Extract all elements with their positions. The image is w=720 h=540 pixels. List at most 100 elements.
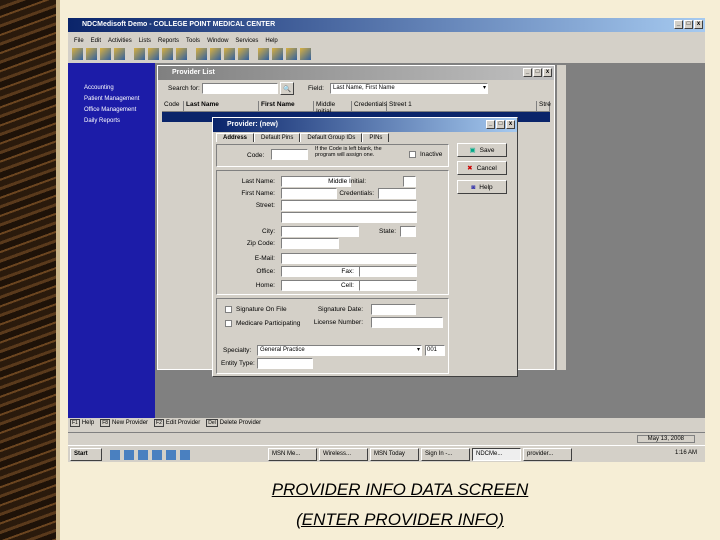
function-key-button[interactable]: Del Delete Provider — [206, 419, 261, 427]
sidebar-item[interactable]: Accounting — [84, 83, 139, 94]
close-button[interactable]: x — [543, 68, 552, 77]
save-button[interactable]: ▣ Save — [457, 143, 507, 157]
menu-edit[interactable]: Edit — [91, 38, 101, 44]
toolbar-button-icon[interactable] — [86, 48, 97, 60]
menu-help[interactable]: Help — [265, 38, 277, 44]
toolbar-button-icon[interactable] — [300, 48, 311, 60]
toolbar-button-icon[interactable] — [272, 48, 283, 60]
minimize-button[interactable]: _ — [523, 68, 532, 77]
middle-initial-input[interactable] — [403, 176, 416, 187]
quick-launch-icon[interactable] — [124, 450, 134, 460]
search-input[interactable] — [202, 83, 278, 94]
column-header[interactable]: First Name — [259, 101, 314, 111]
help-button[interactable]: ◙ Help — [457, 180, 507, 194]
cancel-label: Cancel — [476, 164, 497, 172]
quick-launch-icon[interactable] — [110, 450, 120, 460]
quick-launch-icon[interactable] — [152, 450, 162, 460]
menu-lists[interactable]: Lists — [139, 38, 151, 44]
column-header[interactable]: Street 1 — [387, 101, 537, 111]
cell-label: Cell: — [340, 282, 354, 289]
medicare-checkbox[interactable] — [225, 320, 232, 327]
signature-on-file-checkbox[interactable] — [225, 306, 232, 313]
menu-window[interactable]: Window — [207, 38, 228, 44]
start-button[interactable]: Start — [70, 448, 102, 461]
menu-reports[interactable]: Reports — [158, 38, 179, 44]
chevron-down-icon[interactable]: ▾ — [417, 346, 420, 355]
city-label: City: — [262, 228, 275, 235]
fax-input[interactable] — [359, 266, 417, 277]
toolbar-button-icon[interactable] — [210, 48, 221, 60]
maximize-button[interactable]: □ — [533, 68, 542, 77]
menu-tools[interactable]: Tools — [186, 38, 200, 44]
street-input[interactable] — [281, 200, 417, 211]
minimize-button[interactable]: _ — [674, 20, 683, 29]
taskbar-item[interactable]: NDCMe... — [472, 448, 521, 461]
close-button[interactable]: x — [694, 20, 703, 29]
email-input[interactable] — [281, 253, 417, 264]
tab[interactable]: Default Group IDs — [300, 133, 363, 142]
code-input[interactable] — [271, 149, 308, 160]
key-badge: F2 — [154, 419, 164, 427]
toolbar-button-icon[interactable] — [224, 48, 235, 60]
chevron-down-icon[interactable]: ▾ — [483, 84, 486, 93]
toolbar-button-icon[interactable] — [196, 48, 207, 60]
column-header[interactable]: Stre — [537, 101, 551, 111]
toolbar-button-icon[interactable] — [72, 48, 83, 60]
taskbar-item[interactable]: MSN Me... — [268, 448, 317, 461]
search-icon[interactable]: 🔍 — [280, 82, 294, 95]
toolbar-button-icon[interactable] — [100, 48, 111, 60]
taskbar: Start 1:16 AM MSN Me... Wireless... MSN To… — [68, 445, 705, 462]
column-header[interactable]: Code — [162, 101, 184, 111]
toolbar-button-icon[interactable] — [148, 48, 159, 60]
email-label: E-Mail: — [254, 255, 275, 262]
toolbar-button-icon[interactable] — [238, 48, 249, 60]
tab[interactable]: PINs — [362, 133, 390, 142]
taskbar-item[interactable]: Wireless... — [319, 448, 368, 461]
toolbar-button-icon[interactable] — [176, 48, 187, 60]
city-input[interactable] — [281, 226, 359, 237]
inactive-checkbox[interactable] — [409, 151, 416, 158]
minimize-button[interactable]: _ — [486, 120, 495, 129]
tab[interactable]: Default Pins — [254, 133, 301, 142]
function-key-button[interactable]: F2 Edit Provider — [154, 419, 200, 427]
sidebar-item[interactable]: Daily Reports — [84, 116, 139, 127]
toolbar-button-icon[interactable] — [162, 48, 173, 60]
quick-launch-icon[interactable] — [138, 450, 148, 460]
signature-date-input[interactable] — [371, 304, 416, 315]
taskbar-item[interactable]: provider... — [523, 448, 572, 461]
sidebar-item[interactable]: Patient Management — [84, 94, 139, 105]
sidebar-item[interactable]: Office Management — [84, 105, 139, 116]
taskbar-item[interactable]: MSN Today — [370, 448, 419, 461]
street-2-input[interactable] — [281, 212, 417, 223]
entity-type-select[interactable] — [257, 358, 313, 369]
function-key-button[interactable]: F8 New Provider — [100, 419, 148, 427]
quick-launch-icon[interactable] — [180, 450, 190, 460]
function-key-button[interactable]: F1 Help — [70, 419, 94, 427]
field-select[interactable]: Last Name, First Name ▾ — [330, 83, 488, 94]
state-input[interactable] — [400, 226, 416, 237]
credentials-input[interactable] — [378, 188, 416, 199]
license-input[interactable] — [371, 317, 443, 328]
toolbar-button-icon[interactable] — [286, 48, 297, 60]
toolbar-button-icon[interactable] — [258, 48, 269, 60]
toolbar-button-icon[interactable] — [134, 48, 145, 60]
menu-services[interactable]: Services — [235, 38, 258, 44]
taskbar-item[interactable]: Sign In -... — [421, 448, 470, 461]
maximize-button[interactable]: □ — [496, 120, 505, 129]
column-header[interactable]: Credentials — [352, 101, 387, 111]
cell-input[interactable] — [359, 280, 417, 291]
cancel-button[interactable]: ✖ Cancel — [457, 161, 507, 175]
column-header[interactable]: Middle Initial — [314, 101, 352, 115]
menu-activities[interactable]: Activities — [108, 38, 132, 44]
scrollbar[interactable] — [557, 65, 566, 370]
zip-input[interactable] — [281, 238, 339, 249]
menu-file[interactable]: File — [74, 38, 84, 44]
specialty-select[interactable]: General Practice ▾ — [257, 345, 422, 356]
first-name-input[interactable] — [281, 188, 337, 199]
maximize-button[interactable]: □ — [684, 20, 693, 29]
close-button[interactable]: x — [506, 120, 515, 129]
quick-launch-icon[interactable] — [166, 450, 176, 460]
toolbar-button-icon[interactable] — [114, 48, 125, 60]
tab[interactable]: Address — [216, 133, 255, 142]
column-header[interactable]: Last Name — [184, 101, 259, 111]
